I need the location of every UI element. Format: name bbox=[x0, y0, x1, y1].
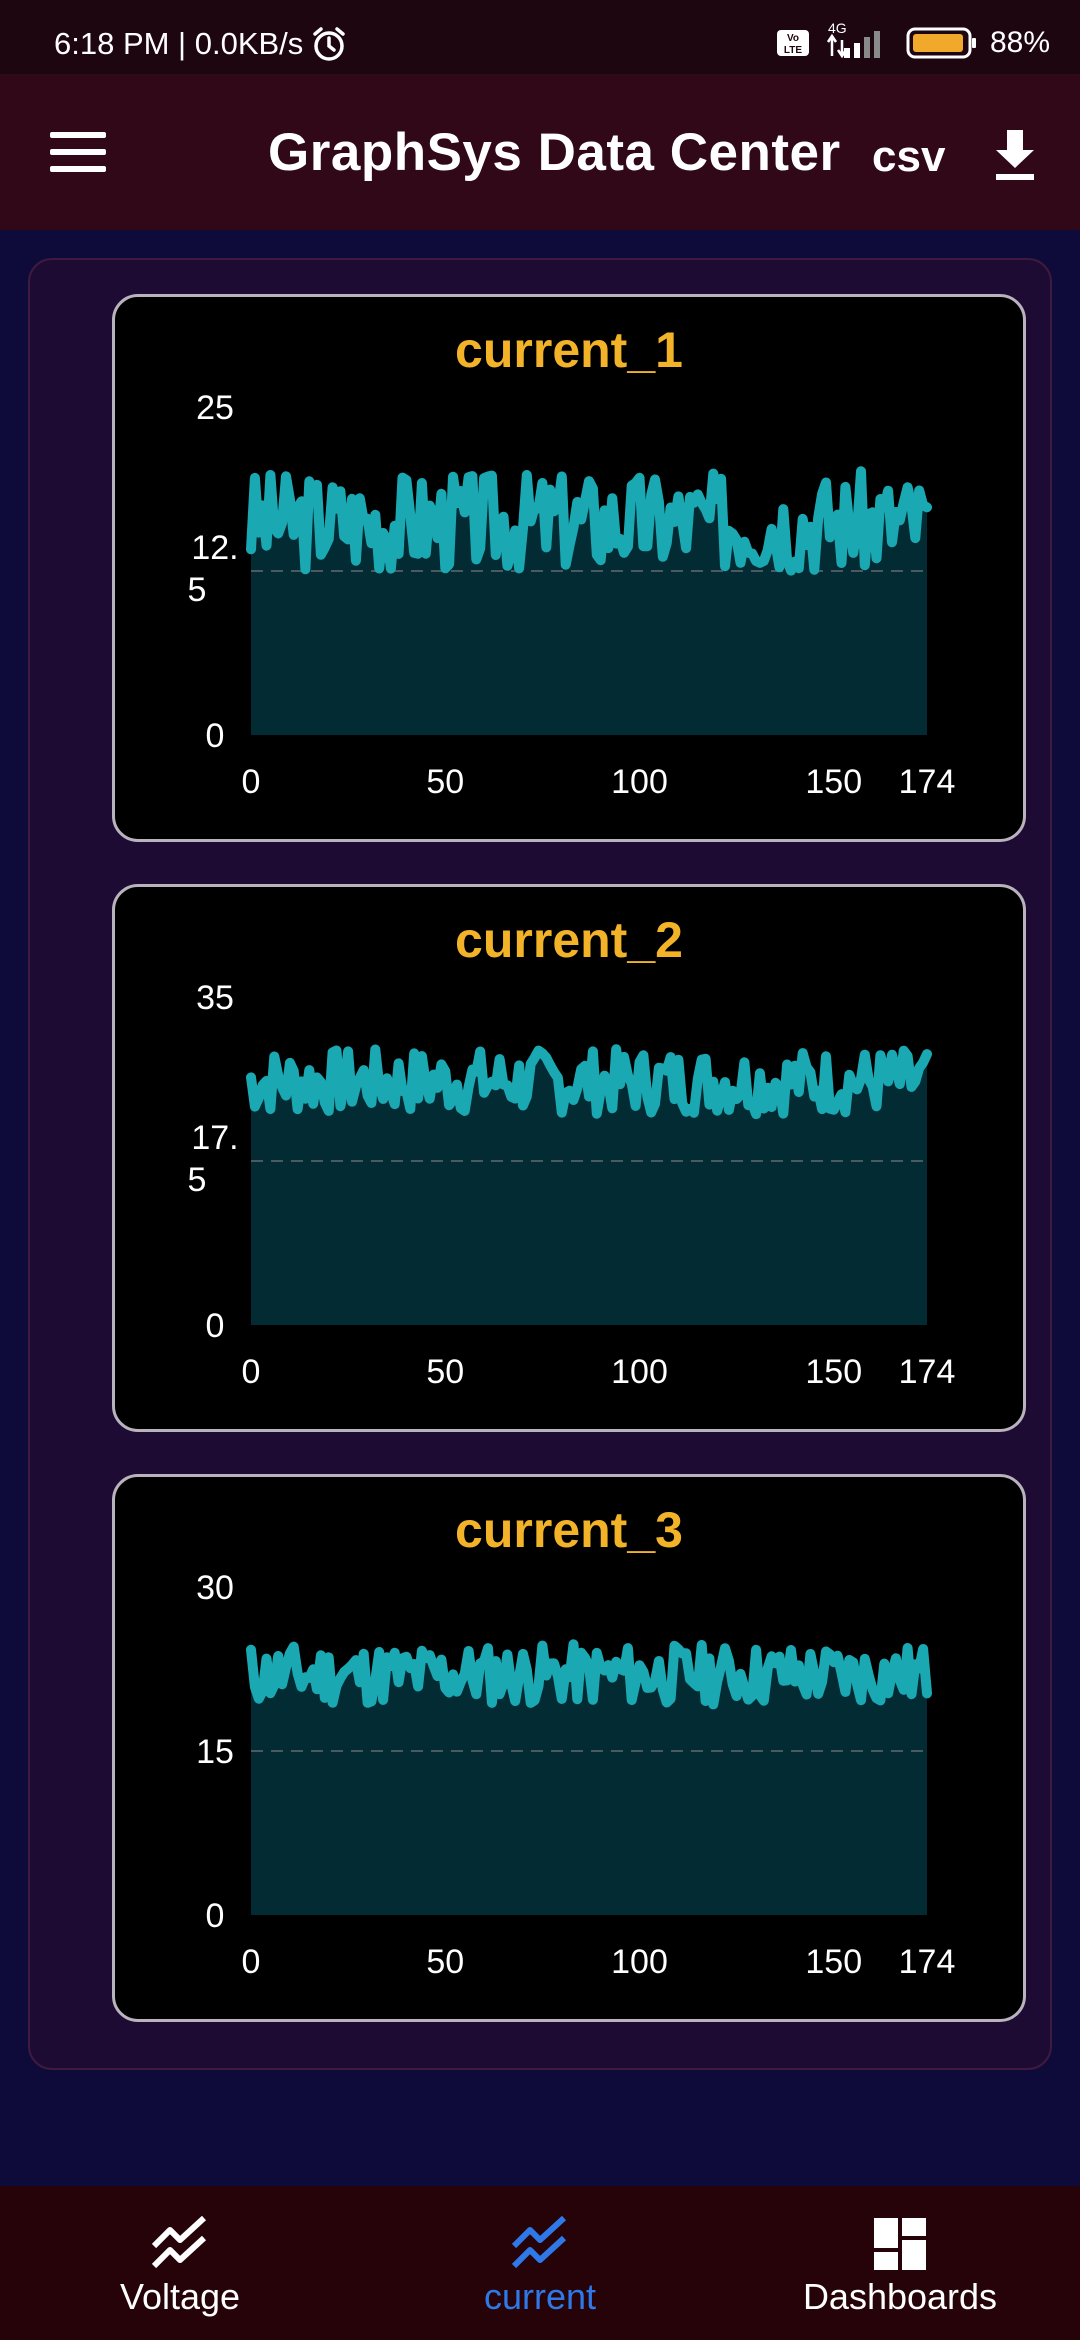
trend-icon bbox=[151, 2216, 207, 2269]
battery-percent: 88% bbox=[989, 26, 1050, 59]
signal-group: 4G bbox=[822, 20, 894, 60]
chart-card-current-1: current_1 0 12. 5 25 0 50 100 150 174 bbox=[112, 294, 1026, 842]
chart-current-3: 0 15 30 0 50 100 150 174 bbox=[196, 1569, 956, 1981]
volte-icon: Vo LTE bbox=[776, 30, 809, 56]
nav-item-current[interactable]: current bbox=[360, 2186, 720, 2340]
status-time-speed: 6:18 PM | 0.0KB/s bbox=[54, 26, 304, 61]
x-tick-label: 150 bbox=[805, 1943, 862, 1981]
battery-icon bbox=[906, 27, 976, 59]
x-tick-label: 174 bbox=[899, 763, 956, 801]
chart-current-2: 0 17. 5 35 0 50 100 150 174 bbox=[188, 979, 956, 1391]
x-tick-label: 0 bbox=[242, 1943, 261, 1981]
menu-icon[interactable] bbox=[50, 132, 106, 176]
signal-icon bbox=[826, 31, 880, 59]
x-tick-label: 100 bbox=[611, 1943, 668, 1981]
y-tick-label: 25 bbox=[196, 389, 234, 427]
chart-current-1: 0 12. 5 25 0 50 100 150 174 bbox=[188, 389, 956, 801]
y-tick-label: 0 bbox=[206, 1897, 225, 1935]
charts-panel: current_1 0 12. 5 25 0 50 100 150 174 current_2 … bbox=[28, 258, 1052, 2070]
y-tick-label: 30 bbox=[196, 1569, 234, 1607]
nav-label-current: current bbox=[483, 2276, 597, 2317]
bottom-nav: Voltage current Dashboards bbox=[0, 2186, 1080, 2340]
chart-card-current-3: current_3 0 15 30 0 50 100 150 174 bbox=[112, 1474, 1026, 2022]
x-tick-label: 50 bbox=[426, 1943, 464, 1981]
app-bar: GraphSys Data Center csv bbox=[0, 74, 1080, 230]
y-tick-label: 35 bbox=[196, 979, 234, 1017]
trend-icon bbox=[511, 2216, 567, 2269]
x-tick-label: 100 bbox=[611, 1353, 668, 1391]
y-tick-label: 17. 5 bbox=[188, 1119, 239, 1199]
x-tick-label: 50 bbox=[426, 1353, 464, 1391]
download-icon[interactable] bbox=[990, 126, 1040, 182]
status-left: 6:18 PM | 0.0KB/s bbox=[54, 26, 347, 62]
x-tick-label: 174 bbox=[899, 1353, 956, 1391]
x-tick-label: 0 bbox=[242, 763, 261, 801]
chart-card-current-2: current_2 0 17. 5 35 0 50 100 150 174 bbox=[112, 884, 1026, 1432]
y-tick-label: 0 bbox=[206, 1307, 225, 1345]
y-tick-label: 0 bbox=[206, 717, 225, 755]
x-tick-label: 150 bbox=[805, 1353, 862, 1391]
svg-text:Vo: Vo bbox=[787, 33, 799, 44]
x-tick-label: 0 bbox=[242, 1353, 261, 1391]
x-tick-label: 150 bbox=[805, 763, 862, 801]
alarm-icon bbox=[313, 27, 346, 61]
nav-label-voltage: Voltage bbox=[119, 2276, 241, 2317]
dashboard-icon bbox=[874, 2218, 926, 2270]
nav-label-dashboards: Dashboards bbox=[802, 2276, 998, 2317]
svg-text:LTE: LTE bbox=[784, 45, 802, 56]
nav-item-dashboards[interactable]: Dashboards bbox=[720, 2186, 1080, 2340]
app-title: GraphSys Data Center bbox=[268, 123, 841, 182]
nav-item-voltage[interactable]: Voltage bbox=[0, 2186, 360, 2340]
x-tick-label: 174 bbox=[899, 1943, 956, 1981]
x-tick-label: 50 bbox=[426, 763, 464, 801]
status-right: Vo LTE 4G 88% bbox=[776, 20, 1050, 60]
status-bar: 6:18 PM | 0.0KB/s Vo LTE 4G 88% bbox=[0, 0, 1080, 74]
y-tick-label: 15 bbox=[196, 1733, 234, 1771]
x-tick-label: 100 bbox=[611, 763, 668, 801]
csv-button[interactable]: csv bbox=[872, 132, 945, 182]
y-tick-label: 12. 5 bbox=[188, 529, 239, 609]
